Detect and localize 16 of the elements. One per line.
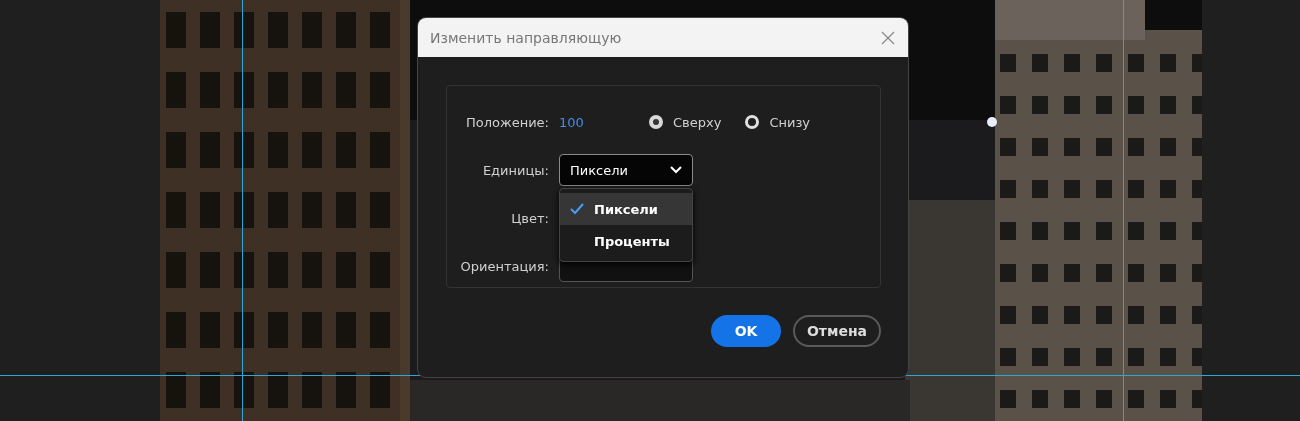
cancel-button[interactable]: Отмена bbox=[793, 315, 881, 347]
field-label: Единицы: bbox=[481, 162, 550, 178]
chevron-down-icon bbox=[670, 166, 682, 174]
dialog-title: Изменить направляющую bbox=[430, 29, 622, 46]
field-label: Ориентация: bbox=[459, 258, 550, 274]
field-label: Цвет: bbox=[510, 210, 550, 226]
menu-item[interactable]: Проценты bbox=[560, 225, 692, 257]
radio-option[interactable]: Сверху bbox=[649, 114, 722, 130]
menu-item[interactable]: Пиксели bbox=[560, 193, 692, 225]
close-icon[interactable] bbox=[880, 29, 896, 46]
checkmark-icon bbox=[570, 203, 584, 215]
radio-option[interactable]: Снизу bbox=[745, 114, 811, 130]
units-dropdown[interactable]: Пиксели bbox=[559, 154, 693, 186]
position-value[interactable]: 100 bbox=[559, 114, 649, 130]
ok-button[interactable]: OK bbox=[711, 315, 781, 347]
field-label: Положение: bbox=[464, 114, 550, 130]
